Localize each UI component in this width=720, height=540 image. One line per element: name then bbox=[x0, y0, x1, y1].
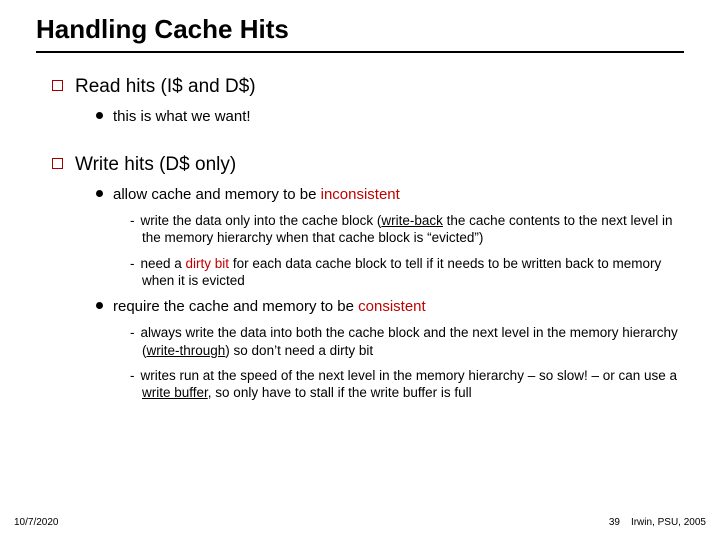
text-pre: writes run at the speed of the next leve… bbox=[141, 368, 678, 383]
text: this is what we want! bbox=[113, 108, 251, 125]
text-keyword-consistent: consistent bbox=[358, 298, 426, 315]
dash-dirty-bit: -need a dirty bit for each data cache bl… bbox=[130, 255, 680, 290]
bullet-read-hits: Read hits (I$ and D$) bbox=[52, 75, 680, 99]
bullet-write-hits: Write hits (D$ only) bbox=[52, 153, 680, 177]
dash-icon: - bbox=[130, 368, 135, 383]
sub-bullet-consistent: require the cache and memory to be consi… bbox=[96, 297, 680, 316]
dot-bullet-icon bbox=[96, 302, 103, 309]
dot-bullet-icon bbox=[96, 190, 103, 197]
text-pre: allow cache and memory to be bbox=[113, 186, 321, 203]
text: Read hits (I$ and D$) bbox=[75, 76, 256, 97]
sub-bullet-inconsistent: allow cache and memory to be inconsisten… bbox=[96, 185, 680, 204]
dash-icon: - bbox=[130, 256, 135, 271]
text-keyword-write-buffer: write buffer bbox=[142, 385, 208, 400]
slide: Handling Cache Hits Read hits (I$ and D$… bbox=[0, 0, 720, 540]
text-keyword-write-through: write-through bbox=[147, 343, 226, 358]
dash-write-buffer: -writes run at the speed of the next lev… bbox=[130, 367, 680, 402]
text-post: , so only have to stall if the write buf… bbox=[208, 385, 472, 400]
footer-date: 10/7/2020 bbox=[14, 517, 59, 528]
text-keyword-inconsistent: inconsistent bbox=[321, 186, 400, 203]
footer-attribution: Irwin, PSU, 2005 bbox=[631, 517, 706, 528]
text-keyword-write-back: write-back bbox=[381, 213, 443, 228]
dash-write-back: -write the data only into the cache bloc… bbox=[130, 212, 680, 247]
text-pre: write the data only into the cache block… bbox=[141, 213, 382, 228]
text-pre: require the cache and memory to be bbox=[113, 298, 358, 315]
text: Write hits (D$ only) bbox=[75, 154, 236, 175]
title-wrap: Handling Cache Hits bbox=[0, 0, 720, 45]
sub-bullet-want: this is what we want! bbox=[96, 107, 680, 126]
text-pre: need a bbox=[141, 256, 186, 271]
dash-write-through: -always write the data into both the cac… bbox=[130, 324, 680, 359]
dash-icon: - bbox=[130, 213, 135, 228]
spacer bbox=[52, 131, 680, 145]
dash-icon: - bbox=[130, 325, 135, 340]
text-keyword-dirty-bit: dirty bit bbox=[186, 256, 230, 271]
dot-bullet-icon bbox=[96, 112, 103, 119]
footer-page-number: 39 bbox=[609, 517, 620, 528]
square-bullet-icon bbox=[52, 158, 63, 169]
content-body: Read hits (I$ and D$) this is what we wa… bbox=[0, 53, 720, 401]
text-post: ) so don’t need a dirty bit bbox=[225, 343, 373, 358]
square-bullet-icon bbox=[52, 80, 63, 91]
page-title: Handling Cache Hits bbox=[36, 14, 720, 45]
